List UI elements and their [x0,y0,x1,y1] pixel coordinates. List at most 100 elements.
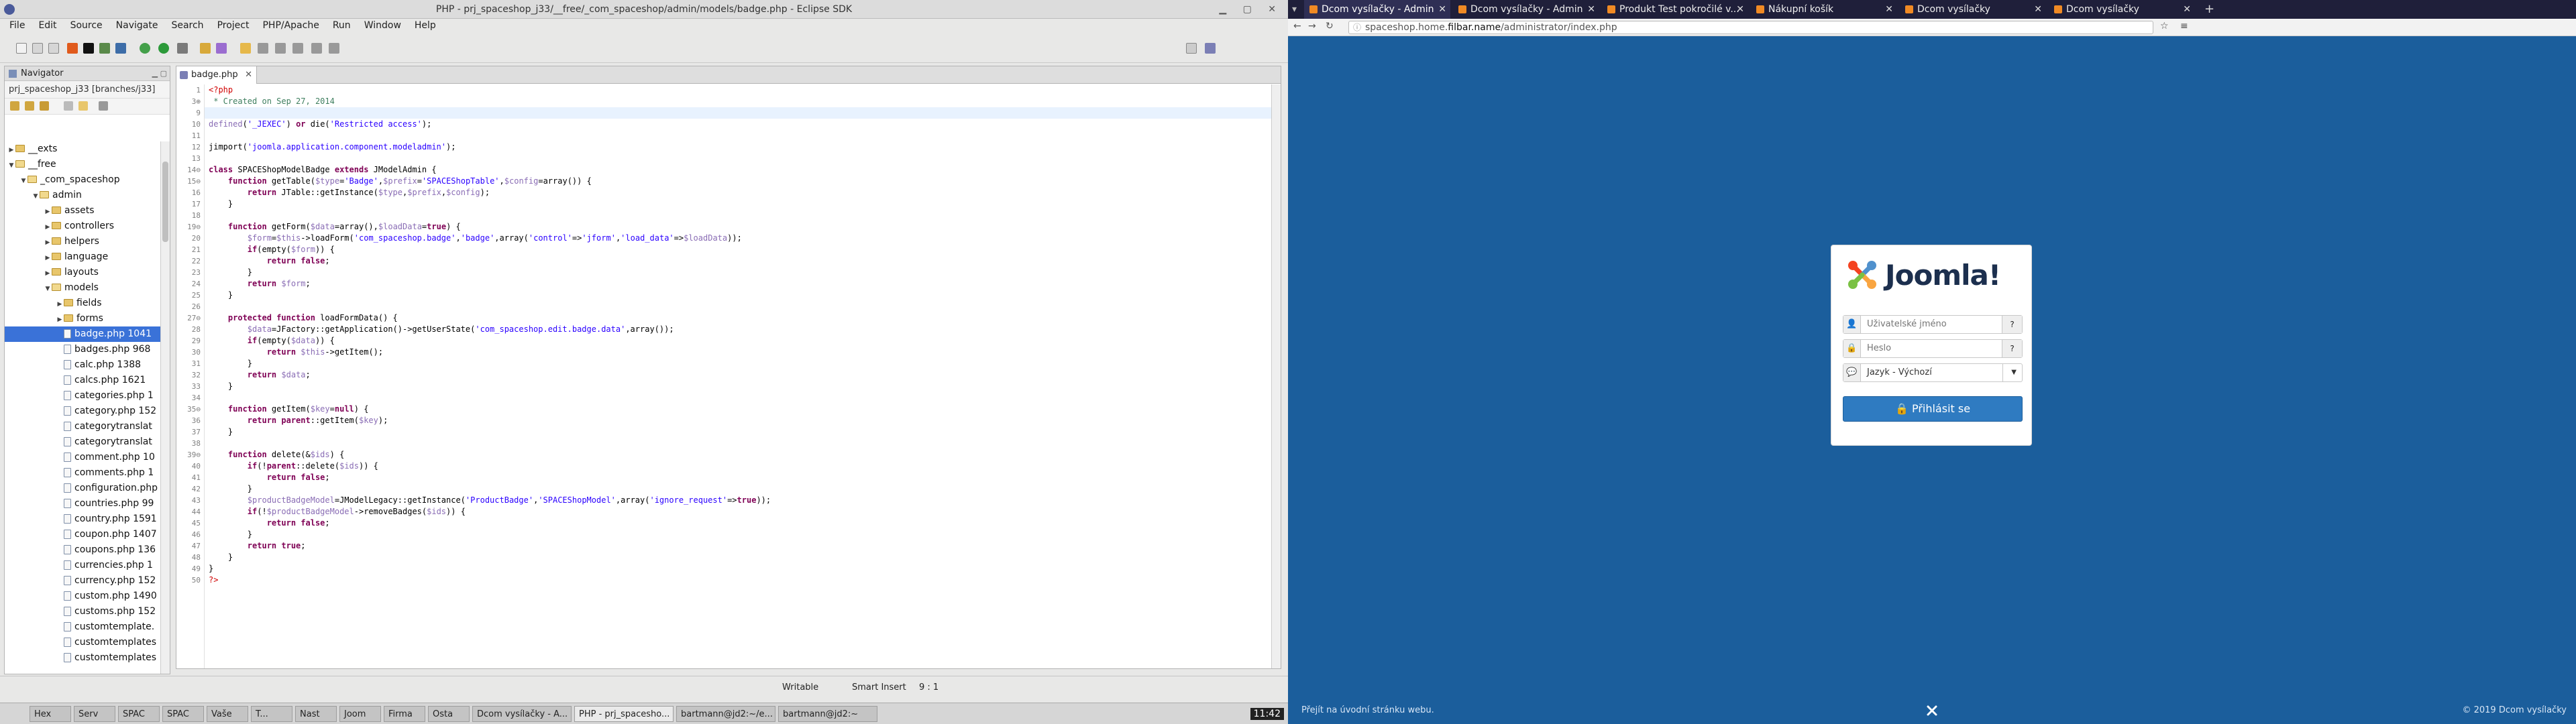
tree-file-item[interactable]: comments.php 1 [5,465,160,481]
username-help-icon[interactable]: ? [2002,316,2022,333]
pen-icon[interactable] [216,43,227,54]
tree-folder-item[interactable]: ▼ _com_spaceshop [5,172,160,188]
perspective-icon[interactable] [1186,43,1197,54]
code-line[interactable]: 33 } [192,381,1271,392]
tree-file-item[interactable]: calc.php 1388 [5,357,160,373]
code-line[interactable]: 49} [192,563,1271,575]
code-line[interactable]: 42 } [192,483,1271,495]
annotation-icon[interactable] [240,43,251,54]
username-field[interactable]: 👤 ? [1843,315,2023,334]
taskbar-item[interactable]: Serv [74,706,115,722]
tree-file-item[interactable]: coupons.php 136 [5,542,160,558]
code-line[interactable]: 39⊖ function delete(&$ids) { [187,449,1271,461]
tree-file-item[interactable]: configuration.php [5,481,160,496]
code-line[interactable]: 46 } [192,529,1271,540]
editor-tab-badge-php[interactable]: badge.php ✕ [176,66,257,84]
menu-item[interactable]: File [3,19,32,34]
browser-tab[interactable]: Dcom vysílačky ✕ [2049,0,2195,19]
menu-item[interactable]: Navigate [109,19,165,34]
code-line[interactable]: 40 if(!parent::delete($ids)) { [192,461,1271,472]
extensions-icon[interactable]: ≡ [2180,21,2188,32]
svn-icon[interactable] [99,43,110,54]
reload-icon[interactable]: ↻ [1326,21,1334,32]
chevron-right-icon[interactable]: ▶ [56,312,64,328]
forward-icon[interactable] [275,43,286,54]
code-line[interactable]: 21 if(empty($form)) { [192,244,1271,255]
menu-item[interactable]: Help [408,19,443,34]
browser-tab[interactable]: Produkt Test pokročilé v... ✕ [1602,0,1748,19]
taskbar-item[interactable]: Firma [384,706,425,722]
php-debug-icon[interactable] [67,43,78,54]
chevron-right-icon[interactable]: ▶ [7,143,15,158]
link-editor-icon[interactable] [78,101,88,111]
tree-file-item[interactable]: comment.php 10 [5,450,160,465]
password-input[interactable] [1862,340,2002,357]
code-line[interactable]: 47 return true; [192,540,1271,552]
chevron-down-icon[interactable]: ▼ [7,158,15,174]
tree-file-item[interactable]: categorytranslat [5,419,160,434]
username-input[interactable] [1862,316,2002,333]
code-line[interactable]: 14⊖ class SPACEShopModelBadge extends JMo… [187,164,1271,176]
menu-item[interactable]: Edit [32,19,63,34]
chevron-down-icon[interactable]: ▼ [32,189,40,204]
browser-tab[interactable]: Dcom vysílačky - Admin ✕ [1304,0,1450,19]
password-field[interactable]: 🔒 ? [1843,339,2023,358]
forward-arrow-icon[interactable] [25,101,34,111]
code-line[interactable]: 1 <?php [196,84,1271,96]
taskbar-item[interactable]: T... [251,706,292,722]
taskbar-item[interactable]: SPAC [118,706,160,722]
save-icon[interactable] [32,43,43,54]
menu-item[interactable]: PHP/Apache [256,19,325,34]
tree-folder-item[interactable]: ▶ assets [5,203,160,219]
tree-file-item[interactable]: country.php 1591 [5,511,160,527]
code-line[interactable]: 34 [192,392,1271,404]
new-tab-button[interactable]: + [2204,0,2214,19]
code-line[interactable]: 12 jimport('joomla.application.component.… [192,141,1271,153]
tree-file-item[interactable]: categories.php 1 [5,388,160,404]
menu-item[interactable]: Search [164,19,210,34]
code-line[interactable]: 43 $productBadgeModel=JModelLegacy::getI… [192,495,1271,506]
code-line[interactable]: 45 return false; [192,518,1271,529]
external-tools-icon[interactable] [177,43,188,54]
menu-item[interactable]: Project [211,19,256,34]
tree-file-item[interactable]: badges.php 968 [5,342,160,357]
code-text[interactable]: 1 <?php 3⊕ * Created on Sep 27, 2014 9 10 def… [187,84,1271,668]
close-icon[interactable]: ✕ [1438,0,1446,19]
code-line[interactable]: 26 [192,301,1271,312]
tree-folder-item[interactable]: ▶ __exts [5,141,160,157]
code-line[interactable]: 19⊖ function getForm($data=array(),$load… [187,221,1271,233]
tree-file-item[interactable]: categorytranslat [5,434,160,450]
code-line[interactable]: 38 [192,438,1271,449]
menu-item[interactable]: Run [326,19,358,34]
code-line[interactable]: 15⊖ function getTable($type = 'Badge', $pre… [187,176,1271,187]
chevron-right-icon[interactable]: ▶ [44,204,52,220]
taskbar-item[interactable]: Nast [295,706,337,722]
run-icon[interactable] [158,43,169,54]
code-line[interactable]: 22 return false; [192,255,1271,267]
navigator-scrollbar[interactable] [160,141,170,674]
chevron-down-icon[interactable]: ▼ [2011,364,2017,381]
tree-file-item[interactable]: customtemplates [5,650,160,666]
address-bar[interactable]: ⓘ spaceshop.home.filbar.name/administrat… [1348,21,2153,34]
navigate-forward-icon[interactable] [329,43,339,54]
scrollbar-thumb[interactable] [162,162,168,242]
tree-file-item[interactable]: customtemplates [5,635,160,650]
code-line[interactable]: 10 defined('_JEXEC') or die('Restricted a… [192,119,1271,130]
view-minimize-maximize-icon[interactable]: ▁ ▢ [152,66,167,81]
code-line[interactable]: 3⊕ * Created on Sep 27, 2014 [192,96,1271,107]
menu-item[interactable]: Source [64,19,109,34]
tree-folder-item[interactable]: ▶ controllers [5,219,160,234]
tree-folder-item[interactable]: ▼ admin [5,188,160,203]
close-icon[interactable]: ✕ [1885,0,1893,19]
back-arrow-icon[interactable] [10,101,19,111]
tree-file-item[interactable]: currency.php 152 [5,573,160,589]
chevron-right-icon[interactable]: ▶ [44,251,52,266]
language-select[interactable]: 💬 Jazyk - Výchozí ▼ [1843,363,2023,382]
close-icon[interactable]: ✕ [2183,0,2191,19]
taskbar-item[interactable]: Vaše [207,706,248,722]
view-menu-icon[interactable] [99,101,108,111]
open-folder-icon[interactable] [200,43,211,54]
tree-file-item[interactable]: currencies.php 1 [5,558,160,573]
code-line[interactable]: 31 } [192,358,1271,369]
chevron-down-icon[interactable]: ▼ [19,174,28,189]
